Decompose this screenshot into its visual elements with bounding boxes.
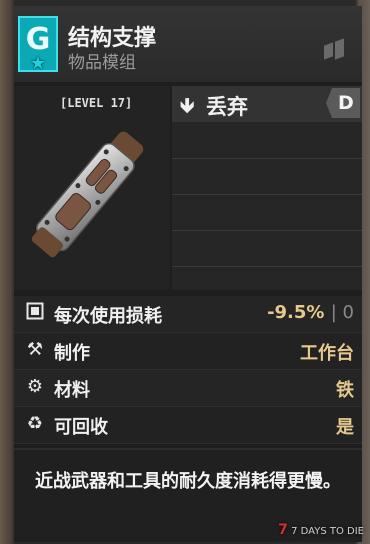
star-icon: ★ [29,53,47,74]
watermark-text: 7 DAYS TO DIE [291,526,364,537]
stat-value-number: -9.5% [267,302,325,323]
stat-label: 制作 [54,343,90,364]
stat-label: 材料 [54,380,90,401]
stat-value: 是 [336,417,354,438]
item-header: G ★ 结构支撑 物品模组 [14,6,362,82]
action-divider [172,266,362,267]
stat-label: 可回收 [54,417,108,438]
stat-value-extra: | 0 [330,302,354,323]
structural-brace-icon [31,131,144,258]
action-list: 🡻 丢弃 D [172,86,362,290]
action-divider [172,158,362,159]
stat-row-degradation: 每次使用损耗 -9.5% | 0 [14,296,362,333]
action-divider [172,230,362,231]
arrow-down-icon: 🡻 [180,93,195,117]
drop-button[interactable]: 🡻 丢弃 D [172,86,362,122]
stat-list: 每次使用损耗 -9.5% | 0 ⚒ 制作 工作台 ⚙ 材料 铁 ♻ 可回收 是 [14,296,362,444]
stat-row-recyclable: ♻ 可回收 是 [14,407,362,444]
square-icon [24,302,46,324]
materials-icon: ⚙ [26,376,44,397]
tier-badge: G ★ [18,16,58,74]
hotkey-badge: D [326,88,360,118]
stat-label: 每次使用损耗 [54,306,162,327]
description-text: 近战武器和工具的耐久度消耗得更慢。 [35,471,341,492]
stat-value: 工作台 [300,343,354,364]
mod-slot-icon [324,38,346,60]
stat-row-crafting: ⚒ 制作 工作台 [14,333,362,370]
stat-row-material: ⚙ 材料 铁 [14,370,362,407]
tools-icon: ⚒ [26,339,44,360]
recycle-icon: ♻ [26,413,44,434]
stat-value: 铁 [336,380,354,401]
item-tooltip-panel: G ★ 结构支撑 物品模组 [LEVEL 17] 🡻 丢弃 D 每次使用损耗 -… [14,6,362,542]
watermark-logo: 7 7 DAYS TO DIE [278,522,364,538]
item-level: [LEVEL 17] [60,96,133,110]
action-divider [172,194,362,195]
item-group: 物品模组 [68,53,136,73]
tier-letter: G [25,22,51,57]
hotkey-label: D [338,92,354,114]
item-preview: [LEVEL 17] [14,86,170,290]
drop-label: 丢弃 [206,95,248,119]
stat-value: -9.5% | 0 [267,302,354,323]
